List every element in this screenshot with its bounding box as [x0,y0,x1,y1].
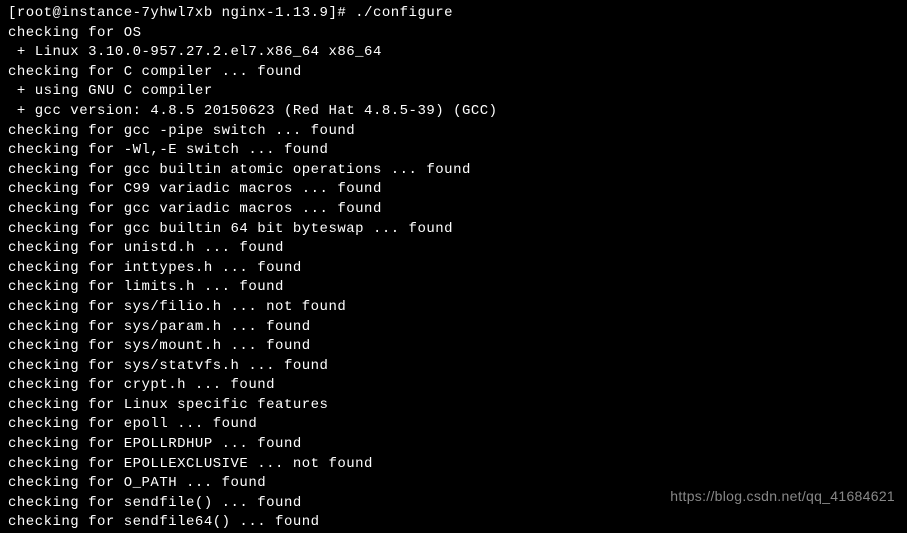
watermark-text: https://blog.csdn.net/qq_41684621 [670,487,895,507]
terminal-line: checking for sys/param.h ... found [8,318,899,338]
terminal-line: checking for sys/mount.h ... found [8,337,899,357]
terminal-line: checking for epoll ... found [8,415,899,435]
terminal-line: + using GNU C compiler [8,82,899,102]
terminal-line: checking for limits.h ... found [8,278,899,298]
terminal-line: checking for gcc -pipe switch ... found [8,122,899,142]
terminal-line: checking for C99 variadic macros ... fou… [8,180,899,200]
terminal-line: checking for gcc builtin atomic operatio… [8,161,899,181]
terminal-line: checking for sendfile64() ... found [8,513,899,533]
terminal-line: checking for EPOLLEXCLUSIVE ... not foun… [8,455,899,475]
terminal-line: + Linux 3.10.0-957.27.2.el7.x86_64 x86_6… [8,43,899,63]
terminal-line: checking for OS [8,24,899,44]
terminal-line: checking for inttypes.h ... found [8,259,899,279]
terminal-line: checking for C compiler ... found [8,63,899,83]
terminal-line: checking for crypt.h ... found [8,376,899,396]
terminal-line: checking for unistd.h ... found [8,239,899,259]
terminal-output: [root@instance-7yhwl7xb nginx-1.13.9]# .… [8,4,899,533]
terminal-line: checking for -Wl,-E switch ... found [8,141,899,161]
terminal-line: checking for sys/statvfs.h ... found [8,357,899,377]
terminal-line: + gcc version: 4.8.5 20150623 (Red Hat 4… [8,102,899,122]
terminal-line: checking for gcc variadic macros ... fou… [8,200,899,220]
terminal-line: checking for sys/filio.h ... not found [8,298,899,318]
terminal-line: checking for Linux specific features [8,396,899,416]
terminal-line: checking for EPOLLRDHUP ... found [8,435,899,455]
terminal-line: [root@instance-7yhwl7xb nginx-1.13.9]# .… [8,4,899,24]
terminal-line: checking for gcc builtin 64 bit byteswap… [8,220,899,240]
